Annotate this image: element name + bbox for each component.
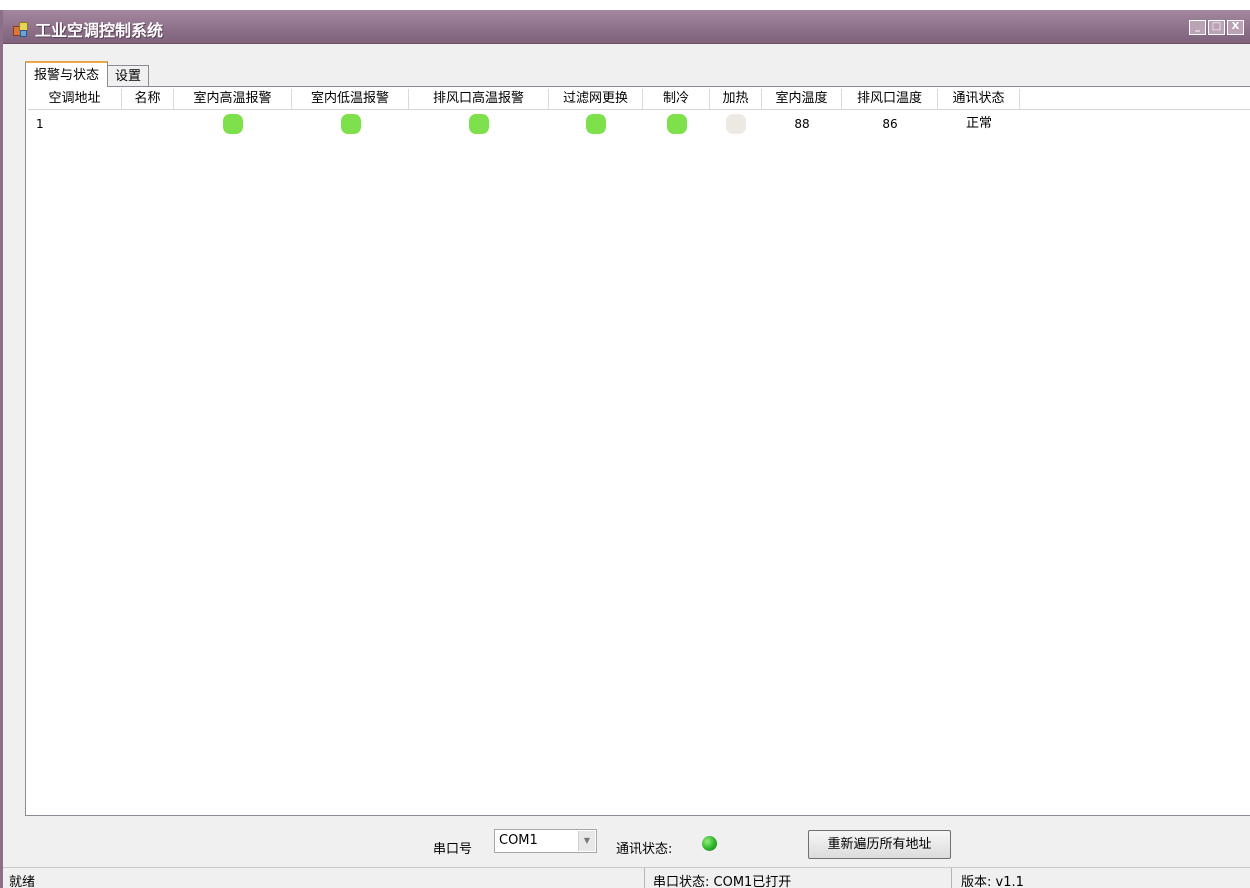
cell-indoor-high-alarm — [174, 113, 292, 135]
cell-comm-status: 正常 — [965, 116, 992, 131]
cell-address: 1 — [36, 117, 44, 131]
status-port: 串口状态: COM1已打开 — [653, 875, 792, 888]
comm-status-label: 通讯状态: — [616, 842, 673, 857]
column-header-filter-replace[interactable]: 过滤网更换 — [549, 89, 643, 110]
heating-led-icon — [726, 114, 746, 134]
table-row[interactable]: 1 88 86 正常 — [28, 113, 1250, 135]
desktop-strip — [0, 0, 1250, 10]
column-header-address[interactable]: 空调地址 — [28, 89, 122, 110]
indoor-low-alarm-led-icon — [340, 114, 361, 134]
bottom-controls: 串口号 COM1 ▼ 通讯状态: 重新遍历所有地址 — [3, 818, 1250, 860]
device-list[interactable]: 空调地址 名称 室内高温报警 室内低温报警 排风口高温报警 过滤网更换 制冷 加… — [28, 89, 1250, 813]
close-button[interactable]: X — [1227, 20, 1244, 35]
status-separator — [644, 868, 645, 888]
status-version: 版本: v1.1 — [961, 875, 1024, 888]
filter-replace-led-icon — [586, 114, 606, 134]
cell-indoor-low-alarm — [292, 113, 409, 135]
status-ready: 就绪 — [9, 875, 36, 888]
title-bar[interactable]: 工业空调控制系统 _ □ X — [3, 10, 1250, 44]
tab-strip: 报警与状态 设置 — [25, 61, 150, 87]
column-header-indoor-low-alarm[interactable]: 室内低温报警 — [292, 89, 409, 110]
tab-page-alarm-status: 空调地址 名称 室内高温报警 室内低温报警 排风口高温报警 过滤网更换 制冷 加… — [25, 86, 1250, 816]
column-header-cooling[interactable]: 制冷 — [643, 89, 710, 110]
column-header-exhaust-temp[interactable]: 排风口温度 — [842, 89, 938, 110]
column-header-indoor-temp[interactable]: 室内温度 — [762, 89, 842, 110]
window-title: 工业空调控制系统 — [35, 21, 164, 40]
serial-port-select[interactable]: COM1 ▼ — [494, 829, 597, 853]
indoor-high-alarm-led-icon — [223, 114, 243, 134]
app-icon — [11, 20, 29, 38]
list-header: 空调地址 名称 室内高温报警 室内低温报警 排风口高温报警 过滤网更换 制冷 加… — [28, 89, 1250, 110]
status-separator — [951, 868, 952, 888]
column-header-exhaust-high-alarm[interactable]: 排风口高温报警 — [409, 89, 549, 110]
column-header-filler — [1020, 89, 1250, 110]
column-header-heating[interactable]: 加热 — [710, 89, 762, 110]
maximize-button[interactable]: □ — [1208, 20, 1225, 35]
column-header-name[interactable]: 名称 — [122, 89, 174, 110]
cell-name — [122, 113, 174, 135]
window-controls: _ □ X — [1189, 20, 1244, 35]
cooling-led-icon — [666, 114, 687, 134]
column-header-comm-status[interactable]: 通讯状态 — [938, 89, 1020, 110]
status-bar: 就绪 串口状态: COM1已打开 版本: v1.1 — [3, 867, 1250, 888]
cell-indoor-temp: 88 — [794, 117, 810, 131]
comm-status-led-icon — [702, 836, 717, 851]
exhaust-high-alarm-led-icon — [469, 114, 489, 134]
serial-port-label: 串口号 — [433, 842, 473, 857]
cell-filter-replace — [549, 113, 643, 135]
cell-heating — [710, 113, 762, 135]
chevron-down-icon[interactable]: ▼ — [578, 831, 595, 851]
serial-port-value: COM1 — [499, 833, 538, 848]
tab-alarm-status[interactable]: 报警与状态 — [25, 61, 109, 87]
cell-cooling — [643, 113, 710, 135]
main-window: 工业空调控制系统 _ □ X 报警与状态 设置 空调地址 名称 室内高温报警 室… — [0, 10, 1250, 888]
minimize-button[interactable]: _ — [1189, 20, 1206, 35]
cell-exhaust-high-alarm — [409, 113, 549, 135]
cell-exhaust-temp: 86 — [882, 117, 898, 131]
tab-settings[interactable]: 设置 — [107, 65, 150, 87]
column-header-indoor-high-alarm[interactable]: 室内高温报警 — [174, 89, 292, 110]
rescan-addresses-button[interactable]: 重新遍历所有地址 — [808, 830, 951, 859]
